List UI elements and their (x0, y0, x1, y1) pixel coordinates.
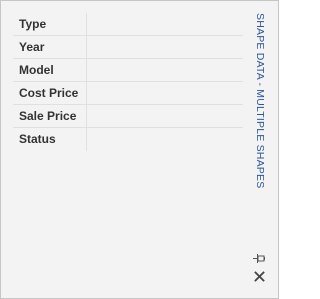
column-divider (86, 105, 87, 128)
field-label-sale-price: Sale Price (19, 109, 77, 123)
field-label-model: Model (19, 63, 54, 77)
shape-data-grid: Type Year Model Cost Price Sale Price St… (13, 13, 243, 151)
field-row-cost-price[interactable]: Cost Price (13, 82, 243, 105)
field-value-year[interactable] (89, 36, 243, 58)
column-divider (86, 36, 87, 59)
field-label-cost-price: Cost Price (19, 86, 79, 100)
field-row-type[interactable]: Type (13, 13, 243, 36)
pane-title-text: SHAPE DATA - MULTIPLE SHAPES (254, 13, 266, 189)
field-row-status[interactable]: Status (13, 128, 243, 151)
column-divider (86, 59, 87, 82)
shape-data-pane: Type Year Model Cost Price Sale Price St… (0, 0, 279, 299)
pin-icon[interactable] (253, 251, 266, 263)
field-row-model[interactable]: Model (13, 59, 243, 82)
field-value-model[interactable] (89, 59, 243, 81)
pane-title: SHAPE DATA - MULTIPLE SHAPES (252, 13, 266, 189)
field-row-year[interactable]: Year (13, 36, 243, 59)
field-value-type[interactable] (89, 13, 243, 35)
column-divider (86, 128, 87, 151)
field-value-sale-price[interactable] (89, 105, 243, 127)
field-label-year: Year (19, 40, 45, 54)
field-row-sale-price[interactable]: Sale Price (13, 105, 243, 128)
field-label-type: Type (19, 17, 47, 31)
column-divider (86, 82, 87, 105)
close-icon[interactable] (254, 269, 265, 282)
field-label-status: Status (19, 132, 56, 146)
column-divider (86, 13, 87, 36)
field-value-status[interactable] (89, 128, 243, 150)
field-value-cost-price[interactable] (89, 82, 243, 104)
